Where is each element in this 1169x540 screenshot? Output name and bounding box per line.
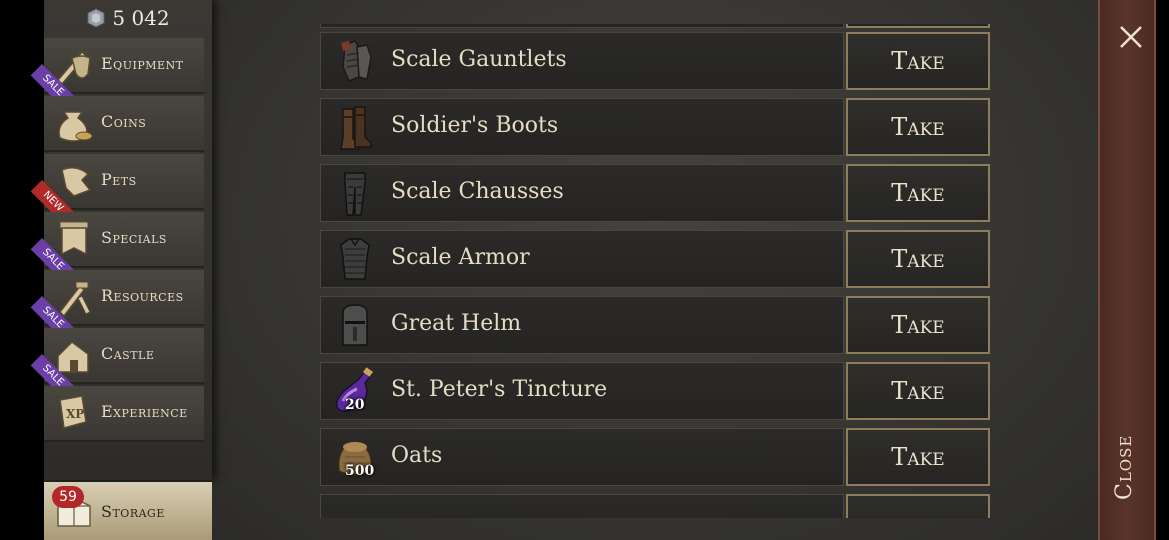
item-name: Soldier's Boots [391,113,559,138]
take-button[interactable]: Take [846,230,990,288]
sidebar-item-experience[interactable]: XP Experience [44,386,204,442]
item-quantity: 20 [345,397,365,413]
sidebar-item-label: Pets [101,170,137,189]
sidebar-item-label: Resources [101,286,184,305]
currency-amount: 5 042 [112,6,170,30]
sidebar-item-specials[interactable]: SALE Specials [30,212,204,282]
sidebar-item-pets[interactable]: NEW Pets [30,154,204,224]
list-item: Soldier's Boots Take [320,90,992,156]
currency-display: 5 042 [44,0,212,36]
close-label[interactable]: Close [1112,435,1137,500]
screen-edge-right [1156,0,1169,540]
sidebar-item-label: Storage [101,502,165,521]
item-name: Great Helm [391,311,522,336]
take-button[interactable]: Take [846,164,990,222]
chausses-icon [344,172,366,216]
sidebar-item-storage[interactable]: 59 Storage [44,482,212,540]
item-quantity: 500 [345,463,375,479]
take-button[interactable]: Take [846,296,990,354]
helm-icon [342,304,368,346]
xp-book-icon: XP [59,395,87,429]
sidebar-item-label: Coins [101,112,147,131]
list-item: 500 Oats Take [320,420,992,486]
list-item: 20 St. Peter's Tincture Take [320,354,992,420]
close-icon[interactable] [1118,24,1144,50]
item-list[interactable]: Scale Gauntlets Take Soldier's Boots Tak… [320,24,992,518]
sidebar-item-label: Experience [101,402,188,421]
sidebar-item-label: Specials [101,228,167,247]
sidebar-item-equipment[interactable]: SALE Equipment [30,38,204,108]
silver-gem-icon [87,8,105,28]
gauntlets-icon [341,40,372,82]
list-item: Scale Gauntlets Take [320,24,992,90]
armor-icon [340,238,370,280]
take-button[interactable]: Take [846,98,990,156]
sidebar-item-resources[interactable]: SALE Resources [30,270,204,340]
boots-icon [340,106,372,150]
take-button[interactable]: Take [846,362,990,420]
list-item: Scale Chausses Take [320,156,992,222]
list-item: Great Helm Take [320,288,992,354]
sidebar-item-label: Castle [101,344,155,363]
list-item-partial-bottom [320,486,992,518]
sidebar-item-coins[interactable]: Coins [44,96,204,152]
storage-count-badge: 59 [52,486,84,508]
item-name: Scale Armor [391,245,530,270]
coin-bag-icon [58,111,93,142]
svg-text:XP: XP [66,407,84,421]
list-item: Scale Armor Take [320,222,992,288]
sidebar-item-label: Equipment [101,54,184,73]
item-name: Scale Chausses [391,179,564,204]
take-button[interactable]: Take [846,428,990,486]
sidebar-item-castle[interactable]: SALE Castle [30,328,204,398]
item-name: Scale Gauntlets [391,47,567,72]
take-button[interactable]: Take [846,32,990,90]
item-name: St. Peter's Tincture [391,377,608,402]
item-name: Oats [391,443,443,468]
